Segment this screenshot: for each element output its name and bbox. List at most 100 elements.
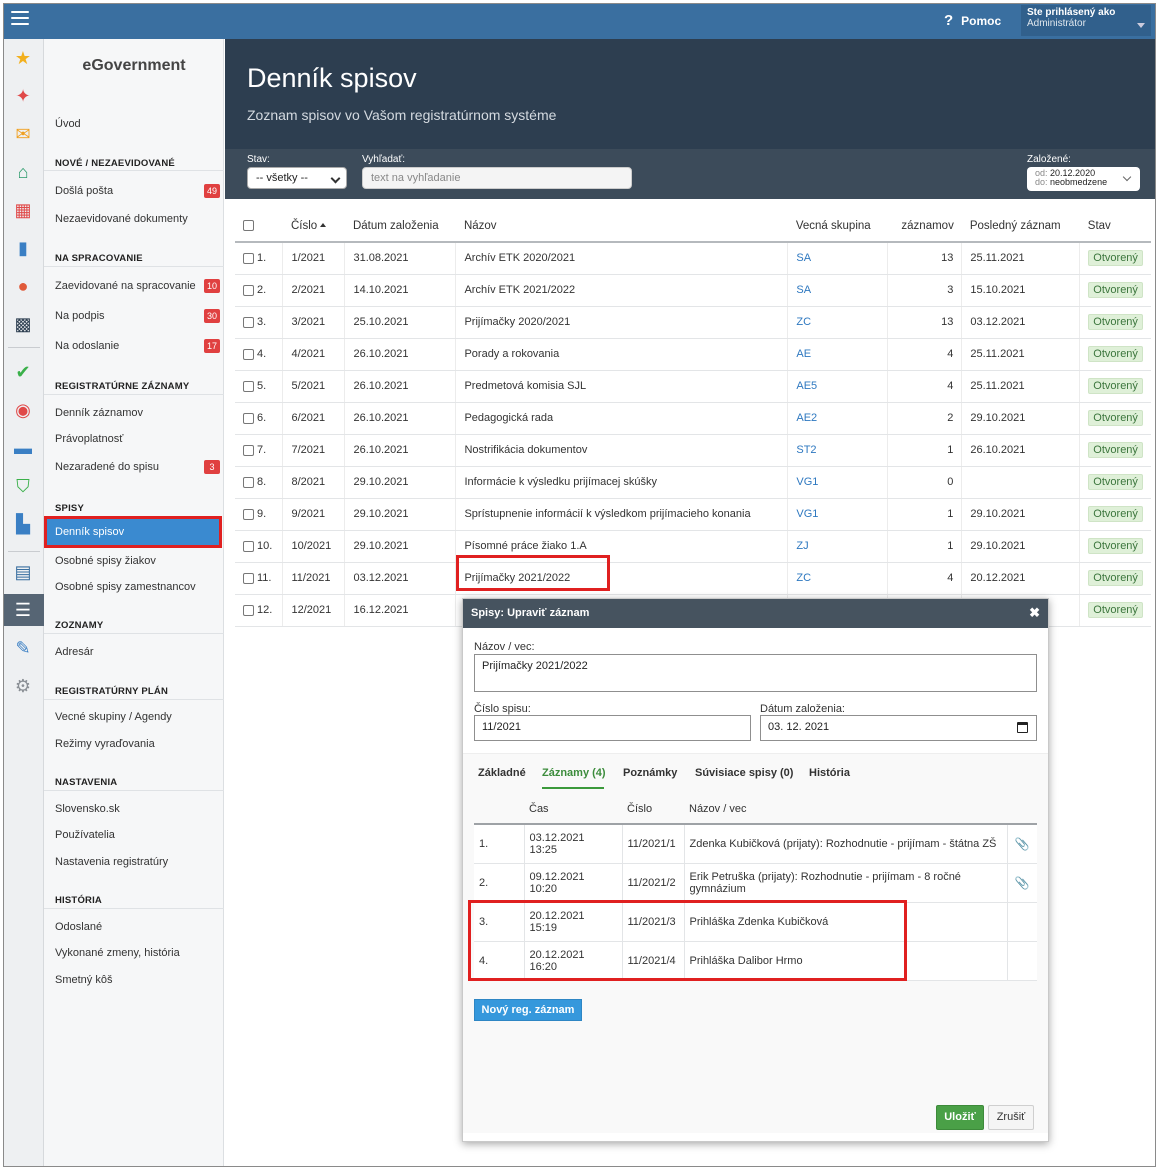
row-checkbox[interactable] <box>243 284 254 296</box>
sidebar-item-validity[interactable]: Právoplatnosť <box>55 433 123 445</box>
col-nazov[interactable]: Názov <box>455 210 788 243</box>
chat-icon[interactable]: ☰ <box>12 599 34 621</box>
table-row[interactable]: 6. 6/2021 26.10.2021 Pedagogická rada AE2 2 29… <box>235 402 1151 435</box>
sidebar-item-to-process[interactable]: Zaevidované na spracovanie <box>55 280 196 292</box>
sidebar-item-slovensko[interactable]: Slovensko.sk <box>55 803 120 815</box>
tab-related[interactable]: Súvisiace spisy (0) <box>695 767 793 779</box>
paperclip-icon[interactable] <box>1006 941 1037 981</box>
envelope-icon[interactable]: ✉ <box>12 123 34 145</box>
sidebar-item-to-sign[interactable]: Na podpis <box>55 310 105 322</box>
subject-group-link[interactable]: SA <box>796 284 811 296</box>
subject-group-link[interactable]: SA <box>796 252 811 264</box>
row-checkbox[interactable] <box>243 476 254 488</box>
tab-history[interactable]: História <box>809 767 850 779</box>
gear-icon[interactable]: ⚙ <box>12 675 34 697</box>
sidebar-item-files-journal[interactable]: Denník spisov <box>44 516 222 548</box>
subject-group-link[interactable]: VG1 <box>796 476 818 488</box>
row-checkbox[interactable] <box>243 252 254 264</box>
pen-icon[interactable]: ✎ <box>12 637 34 659</box>
row-checkbox[interactable] <box>243 508 254 520</box>
row-checkbox[interactable] <box>243 572 254 584</box>
table-row[interactable]: 8. 8/2021 29.10.2021 Informácie k výsledku … <box>235 466 1151 499</box>
col-skupina[interactable]: Vecná skupina <box>787 210 888 243</box>
open-book-icon[interactable]: ▤ <box>12 561 34 583</box>
subject-group-link[interactable]: AE5 <box>796 380 817 392</box>
user-menu[interactable]: Ste prihlásený ako Administrátor <box>1021 5 1151 36</box>
star-icon[interactable]: ★ <box>12 47 34 69</box>
col-nazov[interactable]: Názov / vec <box>684 794 1007 825</box>
subject-group-link[interactable]: VG1 <box>796 508 818 520</box>
record-row[interactable]: 1. 03.12.2021 13:25 11/2021/1 Zdenka Kubičko… <box>474 824 1037 864</box>
table-row[interactable]: 5. 5/2021 26.10.2021 Predmetová komisia SJL… <box>235 370 1151 403</box>
col-cislo[interactable]: Číslo <box>622 794 684 825</box>
select-all-checkbox[interactable] <box>243 219 254 231</box>
sidebar-item-disposal-modes[interactable]: Režimy vyraďovania <box>55 738 155 750</box>
row-checkbox[interactable] <box>243 444 254 456</box>
new-record-button[interactable]: Nový reg. záznam <box>474 999 582 1021</box>
sidebar-item-address-book[interactable]: Adresár <box>55 646 94 658</box>
subject-group-link[interactable]: AE2 <box>796 412 817 424</box>
row-checkbox[interactable] <box>243 348 254 360</box>
row-checkbox[interactable] <box>243 412 254 424</box>
status-filter-select[interactable]: -- všetky -- <box>247 167 347 189</box>
created-date-range[interactable]: od: 20.12.2020 do: neobmedzene <box>1027 167 1140 191</box>
subject-group-link[interactable]: ZJ <box>796 540 808 552</box>
sidebar-item-registry-settings[interactable]: Nastavenia registratúry <box>55 856 168 868</box>
table-row[interactable]: 3. 3/2021 25.10.2021 Prijímačky 2020/2021 ZC… <box>235 306 1151 339</box>
book-icon[interactable]: ▮ <box>12 237 34 259</box>
sidebar-item-unassigned[interactable]: Nezaradené do spisu <box>55 461 159 473</box>
row-checkbox[interactable] <box>243 604 254 616</box>
close-icon[interactable]: ✖ <box>1029 605 1040 621</box>
home-icon[interactable]: ⌂ <box>12 161 34 183</box>
check-circle-icon[interactable]: ✔ <box>12 361 34 383</box>
paperclip-icon[interactable] <box>1006 902 1037 942</box>
record-row[interactable]: 2. 09.12.2021 10:20 11/2021/2 Erik Petruška … <box>474 863 1037 903</box>
help-link[interactable]: ? Pomoc <box>944 12 1001 29</box>
subject-group-link[interactable]: ZC <box>796 572 811 584</box>
col-posledny[interactable]: Posledný záznam <box>961 210 1080 243</box>
table-row[interactable]: 4. 4/2021 26.10.2021 Porady a rokovania AE 4 2… <box>235 338 1151 371</box>
sidebar-item-home[interactable]: Úvod <box>55 118 81 130</box>
table-row[interactable]: 2. 2/2021 14.10.2021 Archív ETK 2021/2022 SA… <box>235 274 1151 307</box>
sidebar-item-student-files[interactable]: Osobné spisy žiakov <box>55 555 156 567</box>
sidebar-item-unregistered[interactable]: Nezaevidované dokumenty <box>55 213 188 225</box>
row-checkbox[interactable] <box>243 380 254 392</box>
col-cas[interactable]: Čas <box>524 794 622 825</box>
table-row[interactable]: 9. 9/2021 29.10.2021 Sprístupnenie informác… <box>235 498 1151 531</box>
table-row[interactable]: 11. 11/2021 03.12.2021 Prijímačky 2021/2022… <box>235 562 1151 595</box>
save-button[interactable]: Uložiť <box>936 1105 984 1130</box>
sidebar-item-records-journal[interactable]: Denník záznamov <box>55 407 143 419</box>
subject-group-link[interactable]: ZC <box>796 316 811 328</box>
sidebar-item-users[interactable]: Používatelia <box>55 829 115 841</box>
cancel-button[interactable]: Zrušiť <box>988 1105 1034 1130</box>
sidebar-item-employee-files[interactable]: Osobné spisy zamestnancov <box>55 581 196 593</box>
tab-notes[interactable]: Poznámky <box>623 767 677 779</box>
tab-basic[interactable]: Základné <box>478 767 526 779</box>
calendar-grid-icon[interactable]: ▦ <box>12 199 34 221</box>
col-zaznamov[interactable]: záznamov <box>887 210 962 243</box>
bar-chart-icon[interactable]: ▙ <box>12 513 34 535</box>
paperclip-icon[interactable]: 📎 <box>1006 863 1037 903</box>
col-datum[interactable]: Dátum založenia <box>344 210 456 243</box>
sidebar-item-trash[interactable]: Smetný kôš <box>55 974 112 986</box>
col-stav[interactable]: Stav <box>1079 210 1151 243</box>
magic-wand-icon[interactable]: ✦ <box>12 85 34 107</box>
date-field[interactable]: 03. 12. 2021 <box>760 715 1037 741</box>
subject-group-link[interactable]: AE <box>796 348 811 360</box>
shield-icon[interactable]: ⛉ <box>12 475 34 497</box>
calendar-icon[interactable] <box>1017 722 1028 733</box>
pdf-icon[interactable]: ◉ <box>12 399 34 421</box>
search-input[interactable]: text na vyhľadanie <box>362 167 632 189</box>
user-icon[interactable]: ● <box>12 275 34 297</box>
sidebar-item-sent[interactable]: Odoslané <box>55 921 102 933</box>
sidebar-item-subject-groups[interactable]: Vecné skupiny / Agendy <box>55 711 172 723</box>
calendar-icon[interactable]: ▩ <box>12 313 34 335</box>
tab-records[interactable]: Záznamy (4) <box>542 767 606 779</box>
row-checkbox[interactable] <box>243 540 254 552</box>
sidebar-item-changes-history[interactable]: Vykonané zmeny, história <box>55 947 180 959</box>
col-cislo[interactable]: Číslo <box>282 210 345 243</box>
sidebar-item-incoming-mail[interactable]: Došlá pošta <box>55 185 113 197</box>
table-row[interactable]: 1. 1/2021 31.08.2021 Archív ETK 2020/2021 SA… <box>235 242 1151 275</box>
name-field[interactable]: Prijímačky 2021/2022 <box>474 654 1037 692</box>
sidebar-item-to-send[interactable]: Na odoslanie <box>55 340 119 352</box>
